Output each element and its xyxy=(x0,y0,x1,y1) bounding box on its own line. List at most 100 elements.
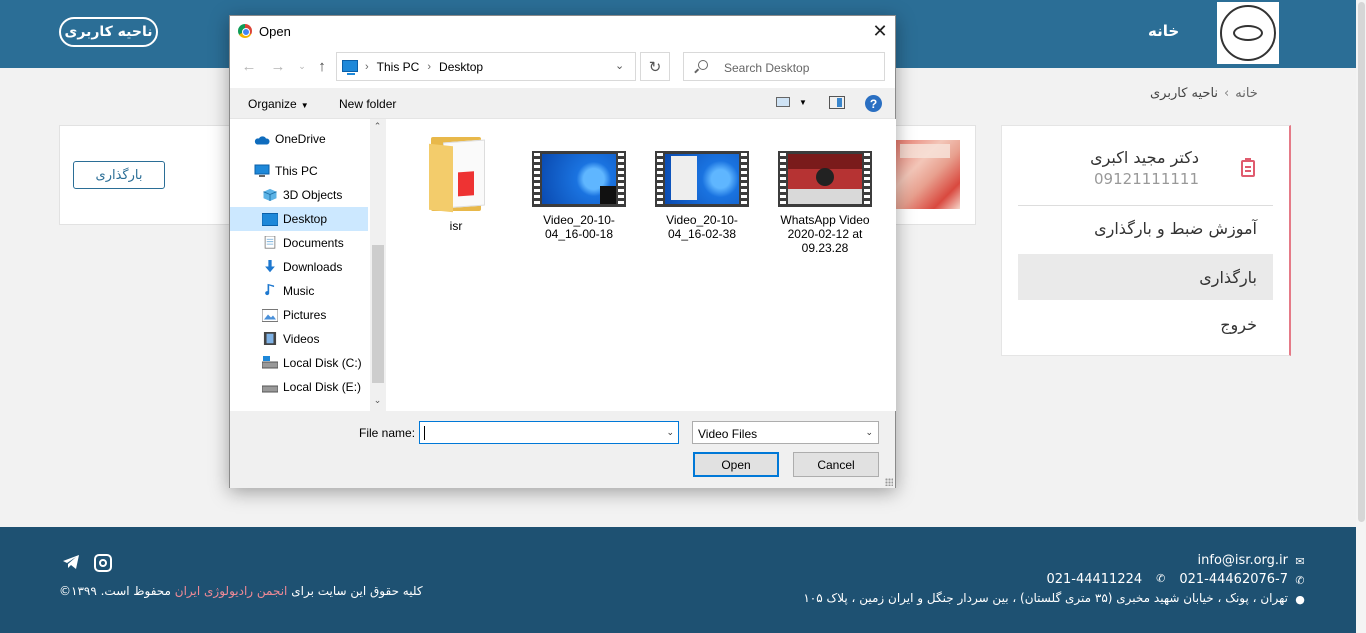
search-placeholder: Search Desktop xyxy=(724,61,810,75)
footer-phone-1: 021-44462076-7 xyxy=(1179,572,1288,587)
back-arrow-icon[interactable]: ← xyxy=(239,56,259,76)
copyright-text-start: کلیه حقوق این سایت برای xyxy=(291,584,423,598)
footer-email[interactable]: info@isr.org.ir xyxy=(1198,553,1288,568)
dialog-toolbar: Organize ▼ New folder ▼ ? xyxy=(230,88,895,119)
breadcrumb: خانه › ناحیه کاربری xyxy=(1150,86,1291,101)
view-icon[interactable] xyxy=(776,97,790,107)
music-icon xyxy=(265,283,275,296)
scroll-up-icon[interactable]: ⌃ xyxy=(370,121,385,135)
file-type-select[interactable]: Video Files ⌄ xyxy=(692,421,879,444)
user-area-button[interactable]: ناحیه کاربری xyxy=(59,17,158,47)
resize-grip[interactable] xyxy=(885,478,893,486)
profile-sidebar: دکتر مجید اکبری 09121111111 آموزش ضبط و … xyxy=(1001,125,1291,356)
footer-phone-2: 021-44411224 xyxy=(1046,572,1143,587)
close-icon[interactable]: ✕ xyxy=(865,16,895,46)
address-bar[interactable]: › This PC › Desktop ⌄ xyxy=(336,52,636,81)
file-name: WhatsApp Video 2020-02-12 at 09.23.28 xyxy=(780,213,870,255)
nav-label: Music xyxy=(283,284,315,298)
copyright-org-link[interactable]: انجمن رادیولوژی ایران xyxy=(175,584,288,598)
navigation-pane: OneDrive This PC 3D Objects Desktop Docu… xyxy=(230,119,385,411)
file-list: isr Video_20-10-04_16-00-18 Video_20-10-… xyxy=(386,119,896,411)
address-this-pc[interactable]: This PC xyxy=(377,60,420,74)
dialog-titlebar[interactable]: Open ✕ xyxy=(230,16,895,46)
recent-dropdown-icon[interactable]: ⌄ xyxy=(292,56,312,76)
nav-item-downloads[interactable]: Downloads xyxy=(230,255,368,279)
upload-button[interactable]: بارگذاری xyxy=(73,161,165,189)
file-item-video[interactable]: Video_20-10-04_16-00-18 xyxy=(527,129,631,241)
chevron-down-icon[interactable]: ⌄ xyxy=(666,427,674,438)
document-icon xyxy=(264,236,276,249)
file-name-input[interactable]: ⌄ xyxy=(419,421,679,444)
view-dropdown-icon[interactable]: ▼ xyxy=(799,98,807,107)
nav-item-documents[interactable]: Documents xyxy=(230,231,368,255)
instagram-icon[interactable] xyxy=(94,554,112,572)
nav-item-pictures[interactable]: Pictures xyxy=(230,303,368,327)
drive-icon xyxy=(262,356,278,369)
location-pin-icon: ● xyxy=(1295,593,1305,606)
page-scrollbar[interactable] xyxy=(1356,0,1366,633)
file-item-video[interactable]: Video_20-10-04_16-02-38 xyxy=(650,129,754,241)
computer-icon xyxy=(254,164,270,177)
nav-item-desktop[interactable]: Desktop xyxy=(230,207,368,231)
nav-label: Videos xyxy=(283,332,320,346)
footer-address: تهران ، پونک ، خیابان شهید مخبری (۳۵ متر… xyxy=(803,591,1288,605)
dialog-title: Open xyxy=(259,24,291,39)
site-logo[interactable] xyxy=(1217,2,1279,64)
nav-item-videos[interactable]: Videos xyxy=(230,327,368,351)
nav-label: 3D Objects xyxy=(283,188,343,202)
file-item-video[interactable]: WhatsApp Video 2020-02-12 at 09.23.28 xyxy=(773,129,877,255)
dialog-footer: File name: ⌄ Video Files ⌄ Open Cancel xyxy=(230,411,895,488)
chevron-down-icon: ⌄ xyxy=(865,427,873,437)
nav-item-music[interactable]: Music xyxy=(230,279,368,303)
search-input[interactable]: Search Desktop xyxy=(683,52,885,81)
nav-item-local-disk-e[interactable]: Local Disk (E:) xyxy=(230,375,368,399)
nav-home-link[interactable]: خانه xyxy=(1148,22,1179,40)
nav-label: Local Disk (C:) xyxy=(283,356,362,370)
refresh-icon[interactable]: ↻ xyxy=(640,52,670,81)
forward-arrow-icon[interactable]: → xyxy=(268,56,288,76)
breadcrumb-home[interactable]: خانه xyxy=(1235,86,1258,101)
telegram-icon[interactable] xyxy=(62,554,80,570)
organize-label: Organize xyxy=(248,97,297,111)
folder-icon xyxy=(425,129,487,213)
text-caret xyxy=(424,426,425,440)
chevron-down-icon[interactable]: ⌄ xyxy=(615,59,624,72)
scrollbar-thumb[interactable] xyxy=(372,245,384,383)
nav-label: Pictures xyxy=(283,308,327,322)
nav-item-3d-objects[interactable]: 3D Objects xyxy=(230,183,368,207)
help-icon[interactable]: ? xyxy=(865,95,882,112)
video-thumbnail-icon xyxy=(532,151,626,207)
cube-icon xyxy=(263,188,277,201)
nav-item-local-disk-c[interactable]: Local Disk (C:) xyxy=(230,351,368,375)
breadcrumb-current: ناحیه کاربری xyxy=(1150,86,1219,101)
phone-icon: ✆ xyxy=(1295,574,1305,587)
scroll-down-icon[interactable]: ⌄ xyxy=(370,395,385,409)
organize-button[interactable]: Organize ▼ xyxy=(248,97,309,111)
up-arrow-icon[interactable]: ↑ xyxy=(312,56,332,76)
sidebar-item-recording-guide[interactable]: آموزش ضبط و بارگذاری xyxy=(1018,205,1273,251)
nav-item-onedrive[interactable]: OneDrive xyxy=(230,127,368,151)
file-item-folder[interactable]: isr xyxy=(404,129,508,233)
address-desktop[interactable]: Desktop xyxy=(439,60,483,74)
nav-pane-scrollbar[interactable]: ⌃ ⌄ xyxy=(370,119,385,411)
site-footer: info@isr.org.ir ✉ 021-44411224 ✆ 021-444… xyxy=(0,527,1366,633)
cancel-button[interactable]: Cancel xyxy=(793,452,879,477)
sidebar-item-logout[interactable]: خروج xyxy=(1018,301,1273,347)
mail-icon: ✉ xyxy=(1295,555,1305,568)
sidebar-item-upload[interactable]: بارگذاری xyxy=(1018,254,1273,300)
new-folder-button[interactable]: New folder xyxy=(339,97,396,111)
video-thumbnail-icon xyxy=(778,151,872,207)
drive-icon xyxy=(262,385,278,393)
footer-copyright: کلیه حقوق این سایت برای انجمن رادیولوژی … xyxy=(59,584,423,598)
poster-thumbnail xyxy=(896,140,960,209)
social-links xyxy=(62,554,112,572)
file-name: isr xyxy=(449,219,463,233)
preview-pane-icon[interactable] xyxy=(829,96,845,109)
phone-icon: ✆ xyxy=(1156,572,1166,585)
footer-phones: 021-44411224 ✆ 021-44462076-7 xyxy=(1046,572,1288,587)
nav-item-this-pc[interactable]: This PC xyxy=(230,159,368,183)
chrome-icon xyxy=(238,24,252,38)
nav-label: Downloads xyxy=(283,260,343,274)
profile-phone: 09121111111 xyxy=(1094,170,1199,188)
open-button[interactable]: Open xyxy=(693,452,779,477)
